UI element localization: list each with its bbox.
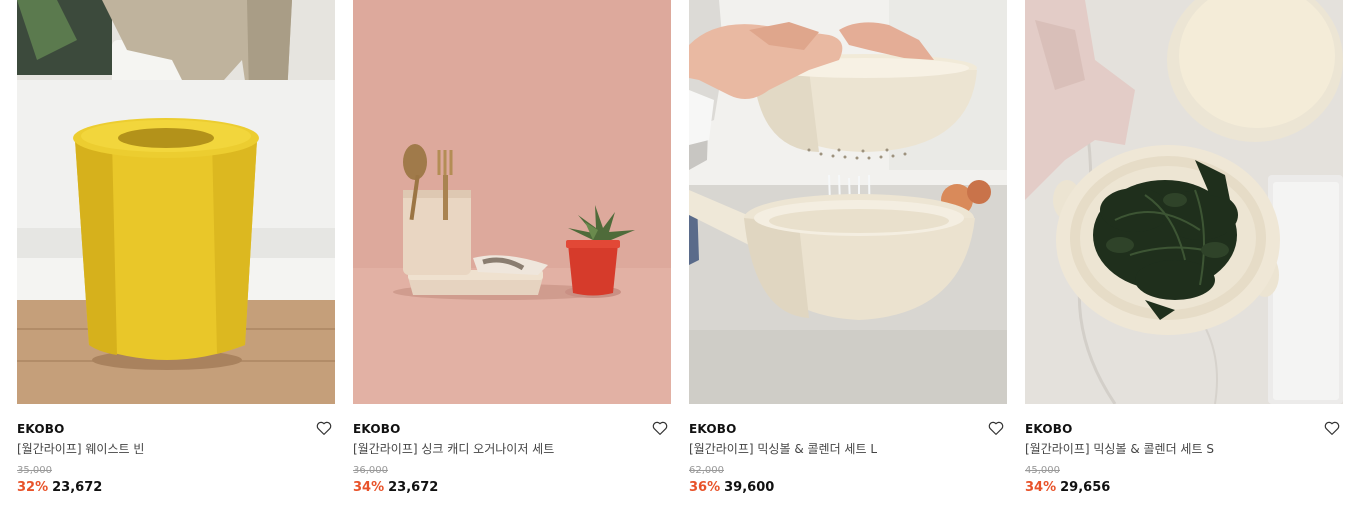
- product-name[interactable]: [월간라이프] 믹싱볼 & 콜렌더 세트 L: [689, 441, 1007, 457]
- sale-price: 23,672: [388, 480, 439, 495]
- product-name[interactable]: [월간라이프] 웨이스트 빈: [17, 441, 335, 457]
- product-name[interactable]: [월간라이프] 싱크 캐디 오거나이저 세트: [353, 441, 671, 457]
- price-row: 34% 29,656: [1025, 480, 1343, 496]
- discount-rate: 36%: [689, 480, 721, 495]
- price-row: 36% 39,600: [689, 480, 1007, 496]
- product-image[interactable]: [353, 0, 671, 404]
- product-grid: EKOBO [월간라이프] 웨이스트 빈 35,000 32% 23,672 E…: [0, 0, 1359, 513]
- sale-price: 29,656: [1060, 480, 1111, 495]
- original-price: 36,000: [353, 465, 388, 476]
- sale-price: 23,672: [52, 480, 103, 495]
- product-image[interactable]: [689, 0, 1007, 404]
- product-image[interactable]: [1025, 0, 1343, 404]
- mixing-bowl-colander-photo: [689, 0, 1007, 404]
- sale-price: 39,600: [724, 480, 775, 495]
- product-card[interactable]: EKOBO [월간라이프] 싱크 캐디 오거나이저 세트 36,000 34% 2…: [353, 0, 671, 496]
- brand-name[interactable]: EKOBO: [689, 422, 737, 436]
- discount-rate: 32%: [17, 480, 49, 495]
- price-row: 34% 23,672: [353, 480, 671, 496]
- discount-rate: 34%: [1025, 480, 1057, 495]
- original-price: 45,000: [1025, 465, 1060, 476]
- original-price: 35,000: [17, 465, 52, 476]
- product-card[interactable]: EKOBO [월간라이프] 웨이스트 빈 35,000 32% 23,672: [17, 0, 335, 496]
- heart-outline-icon[interactable]: [1323, 419, 1341, 437]
- product-name[interactable]: [월간라이프] 믹싱볼 & 콜렌더 세트 S: [1025, 441, 1343, 457]
- heart-outline-icon[interactable]: [651, 419, 669, 437]
- product-image[interactable]: [17, 0, 335, 404]
- yellow-waste-bin-photo: [17, 0, 335, 404]
- heart-outline-icon[interactable]: [987, 419, 1005, 437]
- original-price: 62,000: [689, 465, 724, 476]
- heart-outline-icon[interactable]: [315, 419, 333, 437]
- price-row: 32% 23,672: [17, 480, 335, 496]
- product-card[interactable]: EKOBO [월간라이프] 믹싱볼 & 콜렌더 세트 S 45,000 34% 2…: [1025, 0, 1343, 496]
- colander-with-kale-photo: [1025, 0, 1343, 404]
- brand-name[interactable]: EKOBO: [353, 422, 401, 436]
- brand-name[interactable]: EKOBO: [1025, 422, 1073, 436]
- brand-name[interactable]: EKOBO: [17, 422, 65, 436]
- discount-rate: 34%: [353, 480, 385, 495]
- product-card[interactable]: EKOBO [월간라이프] 믹싱볼 & 콜렌더 세트 L 62,000 36% 3…: [689, 0, 1007, 496]
- sink-caddy-organizer-photo: [353, 0, 671, 404]
